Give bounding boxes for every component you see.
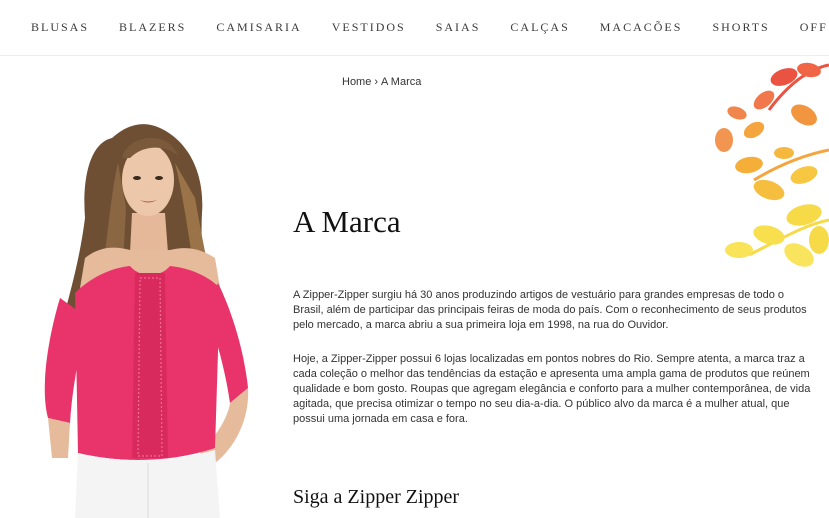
breadcrumb-current: A Marca — [381, 76, 422, 88]
model-photo — [44, 124, 249, 518]
top-navigation: BLUSAS BLAZERS CAMISARIA VESTIDOS SAIAS … — [0, 0, 829, 56]
follow-us-heading: Siga a Zipper Zipper — [293, 486, 460, 508]
breadcrumb: Home › A Marca — [342, 76, 421, 88]
nav-item-camisaria[interactable]: CAMISARIA — [216, 20, 301, 35]
page: BLUSAS BLAZERS CAMISARIA VESTIDOS SAIAS … — [0, 0, 829, 518]
about-paragraph-2: Hoje, a Zipper-Zipper possui 6 lojas loc… — [293, 353, 811, 425]
breadcrumb-home-link[interactable]: Home — [342, 76, 371, 88]
nav-item-vestidos[interactable]: VESTIDOS — [332, 20, 406, 35]
nav-item-calcas[interactable]: CALÇAS — [510, 20, 569, 35]
nav-item-off[interactable]: OFF — [800, 20, 828, 35]
nav-item-shorts[interactable]: SHORTS — [712, 20, 769, 35]
page-title: A Marca — [293, 204, 401, 239]
nav-item-saias[interactable]: SAIAS — [436, 20, 481, 35]
breadcrumb-separator: › — [374, 76, 379, 88]
decorative-flowers-illustration — [715, 62, 829, 267]
nav-item-blusas[interactable]: BLUSAS — [31, 20, 89, 35]
nav-item-blazers[interactable]: BLAZERS — [119, 20, 186, 35]
about-paragraph-1: A Zipper-Zipper surgiu há 30 anos produz… — [293, 289, 807, 331]
nav-item-macacoes[interactable]: MACACÕES — [600, 20, 683, 35]
